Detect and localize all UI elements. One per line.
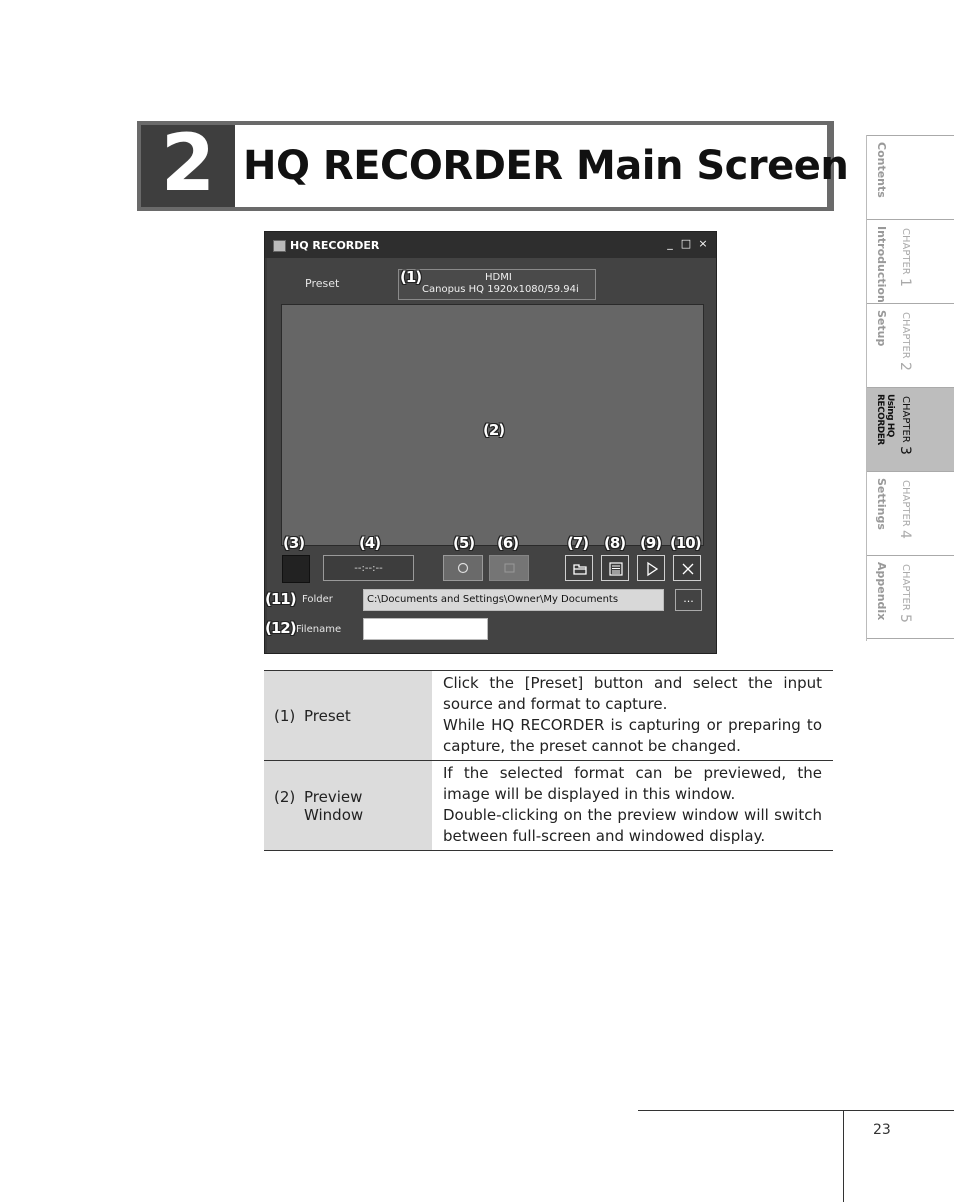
item-name-2: Window xyxy=(304,805,364,824)
footer-rule xyxy=(638,1110,954,1111)
item-name-cell: (1) Preset xyxy=(264,670,432,761)
item-number: (1) xyxy=(274,706,296,725)
callout-3: (3) xyxy=(283,534,305,552)
description-line: If the selected format can be previewed,… xyxy=(443,764,822,803)
callout-10: (10) xyxy=(670,534,702,552)
browse-button[interactable]: ... xyxy=(675,589,702,611)
stop-icon xyxy=(504,563,515,573)
callout-8: (8) xyxy=(604,534,626,552)
tab-chapter: CHAPTER 4 xyxy=(897,480,913,539)
callout-11: (11) xyxy=(265,590,297,608)
exit-button[interactable] xyxy=(673,555,701,581)
item-name-cell: (2) Preview Window xyxy=(264,760,432,851)
timecode-display: --:--:-- xyxy=(323,555,414,581)
tab-chapter-5[interactable]: Appendix CHAPTER 5 xyxy=(867,555,954,639)
callout-12: (12) xyxy=(265,619,297,637)
tab-label: Settings xyxy=(875,478,888,530)
folder-field[interactable]: C:\Documents and Settings\Owner\My Docum… xyxy=(363,589,664,611)
description-line: While HQ RECORDER is capturing or prepar… xyxy=(443,716,822,755)
callout-9: (9) xyxy=(640,534,662,552)
tab-label: Contents xyxy=(875,142,888,198)
folder-label: Folder xyxy=(302,594,333,605)
window-title: HQ RECORDER xyxy=(290,239,380,252)
tab-chapter: CHAPTER 2 xyxy=(897,312,913,371)
window-body: Preset HDMI Canopus HQ 1920x1080/59.94i … xyxy=(265,258,716,653)
filename-label: Filename xyxy=(296,624,342,635)
close-icon[interactable]: × xyxy=(696,237,710,251)
footer-divider xyxy=(843,1110,844,1202)
tab-chapter-2[interactable]: Setup CHAPTER 2 xyxy=(867,303,954,387)
callout-5: (5) xyxy=(453,534,475,552)
window-titlebar: HQ RECORDER _ □ × xyxy=(265,232,716,258)
tab-label: Appendix xyxy=(875,562,888,621)
list-icon xyxy=(609,562,623,576)
tab-chapter-1[interactable]: Introduction CHAPTER 1 xyxy=(867,219,954,303)
description-line: Click the [Preset] button and select the… xyxy=(443,674,822,713)
chapter-number: 2 xyxy=(160,119,215,209)
chapter-title-box: HQ RECORDER Main Screen xyxy=(235,125,849,207)
minimize-icon[interactable]: _ xyxy=(663,237,677,251)
preset-button[interactable]: HDMI Canopus HQ 1920x1080/59.94i xyxy=(398,269,596,300)
item-description-cell: Click the [Preset] button and select the… xyxy=(432,671,833,761)
tab-chapter-3[interactable]: Using HQ RECORDER CHAPTER 3 xyxy=(867,387,954,471)
tab-label: Setup xyxy=(875,310,888,347)
callout-2: (2) xyxy=(483,421,505,439)
signal-indicator xyxy=(282,555,310,583)
chapter-heading: 2 HQ RECORDER Main Screen xyxy=(137,119,849,211)
item-description-cell: If the selected format can be previewed,… xyxy=(432,761,833,851)
tab-chapter: CHAPTER 3 xyxy=(897,396,913,455)
record-button[interactable] xyxy=(443,555,483,581)
callout-4: (4) xyxy=(359,534,381,552)
stop-button[interactable] xyxy=(489,555,529,581)
callout-1: (1) xyxy=(400,268,422,286)
folder-icon xyxy=(573,564,587,575)
description-table: (1) Preset Click the [Preset] button and… xyxy=(264,670,833,851)
callout-7: (7) xyxy=(567,534,589,552)
table-row: (1) Preset Click the [Preset] button and… xyxy=(264,670,833,761)
callout-6: (6) xyxy=(497,534,519,552)
preset-format: Canopus HQ 1920x1080/59.94i xyxy=(422,284,579,295)
description-line: Double-clicking on the preview window wi… xyxy=(443,806,822,845)
tab-label: Introduction xyxy=(875,226,888,303)
play-icon xyxy=(647,561,659,577)
page-number: 23 xyxy=(873,1122,891,1138)
side-nav: Contents Introduction CHAPTER 1 Setup CH… xyxy=(866,135,954,641)
item-name: Preview xyxy=(304,787,363,806)
settings-button[interactable] xyxy=(601,555,629,581)
tab-chapter: CHAPTER 1 xyxy=(897,228,913,287)
preset-source: HDMI xyxy=(485,272,512,283)
tab-chapter-4[interactable]: Settings CHAPTER 4 xyxy=(867,471,954,555)
open-folder-button[interactable] xyxy=(565,555,593,581)
item-number: (2) xyxy=(274,787,296,806)
record-icon xyxy=(457,562,469,574)
tab-label: Using HQ RECORDER xyxy=(875,394,895,445)
app-icon xyxy=(273,240,286,252)
page-title: HQ RECORDER Main Screen xyxy=(243,143,849,189)
item-name: Preset xyxy=(304,706,351,725)
x-icon xyxy=(682,563,694,575)
maximize-icon[interactable]: □ xyxy=(679,237,693,251)
filename-field[interactable] xyxy=(363,618,488,640)
preset-label: Preset xyxy=(305,277,340,290)
tab-chapter: CHAPTER 5 xyxy=(897,564,913,623)
tab-contents[interactable]: Contents xyxy=(867,135,954,219)
play-button[interactable] xyxy=(637,555,665,581)
table-row: (2) Preview Window If the selected forma… xyxy=(264,760,833,851)
hq-recorder-window: HQ RECORDER _ □ × Preset HDMI Canopus HQ… xyxy=(264,231,717,654)
